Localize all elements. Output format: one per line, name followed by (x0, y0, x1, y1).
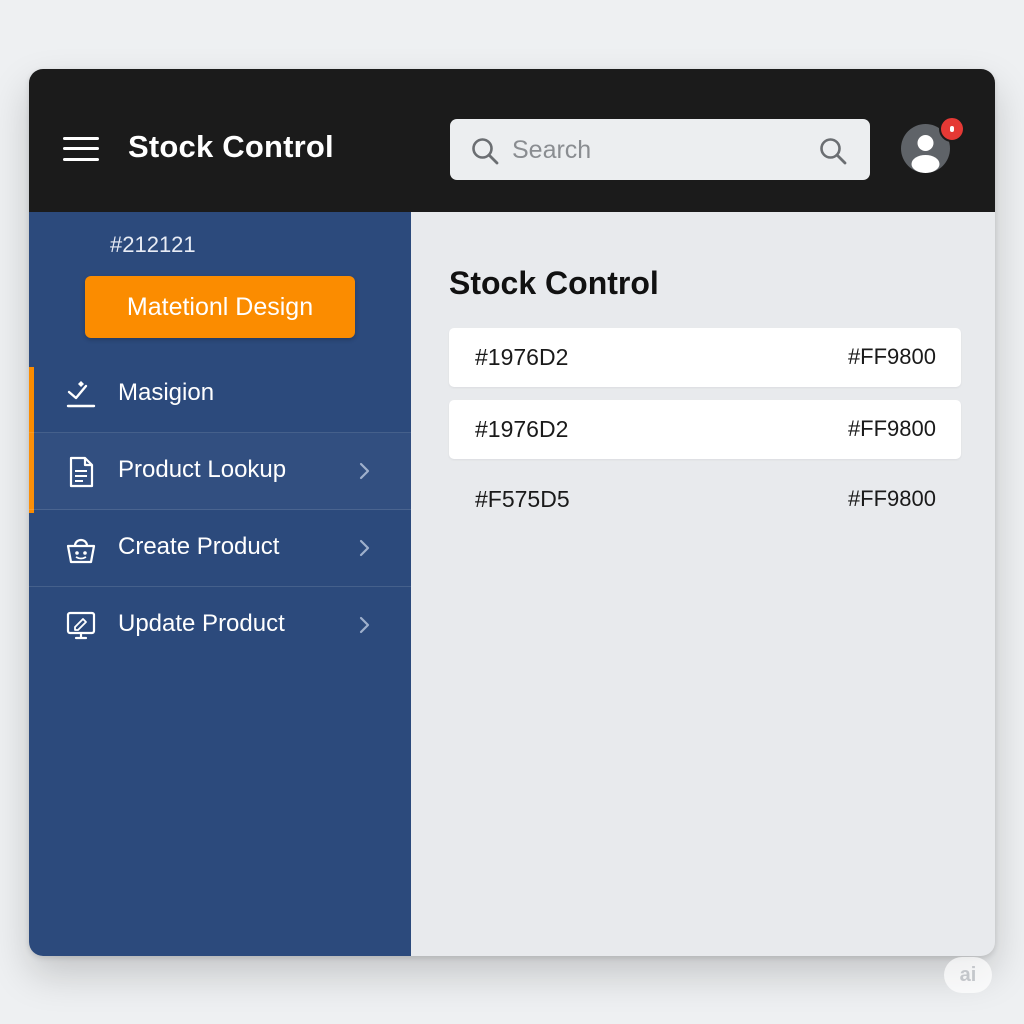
sidebar-item-create-product[interactable]: Create Product (29, 510, 411, 587)
chevron-right-icon (359, 539, 370, 557)
search-icon (472, 138, 499, 165)
list-item-secondary: #FF9800 (847, 416, 936, 441)
basket-icon (66, 538, 96, 564)
search-bar[interactable] (450, 119, 870, 180)
monitor-edit-icon (66, 611, 96, 640)
list-item-primary: #F575D5 (475, 486, 570, 512)
sidebar-item-update-product[interactable]: Update Product (29, 587, 411, 664)
hamburger-menu-icon[interactable] (63, 135, 101, 163)
sidebar: #212121 Matetionl Design Masigion Produc… (29, 212, 411, 956)
sidebar-item-product-lookup[interactable]: Product Lookup (29, 433, 411, 510)
sidebar-item-label: Update Product (118, 610, 285, 637)
design-chip-button[interactable]: Matetionl Design (85, 276, 355, 338)
chevron-right-icon (359, 616, 370, 634)
list-item-primary: #1976D2 (475, 344, 569, 370)
list-item-primary: #1976D2 (475, 416, 569, 442)
list-item[interactable]: #F575D5 #FF9800 (449, 470, 961, 529)
sidebar-item-label: Create Product (118, 533, 280, 560)
sidebar-item-masigion[interactable]: Masigion (29, 356, 411, 433)
document-icon (69, 456, 94, 488)
sidebar-item-label: Masigion (118, 379, 215, 406)
list-item[interactable]: #1976D2 #FF9800 (449, 328, 961, 387)
list-item-secondary: #FF9800 (847, 344, 936, 369)
sidebar-color-label: #212121 (110, 232, 196, 257)
search-input[interactable] (512, 129, 802, 171)
search-submit-icon[interactable] (818, 136, 848, 166)
list-item[interactable]: #1976D2 #FF9800 (449, 400, 961, 459)
sidebar-item-label: Product Lookup (118, 456, 287, 483)
app-bar: Stock Control (29, 69, 995, 212)
app-title: Stock Control (128, 129, 334, 164)
checklist-icon (66, 381, 96, 408)
list-item-secondary: #FF9800 (847, 486, 936, 511)
ai-watermark: ai (944, 957, 992, 993)
chevron-right-icon (359, 462, 370, 480)
app-window: Stock Control #212121 Matetionl Design (29, 69, 995, 956)
page-title: Stock Control (449, 265, 659, 301)
notification-badge[interactable] (939, 116, 965, 142)
